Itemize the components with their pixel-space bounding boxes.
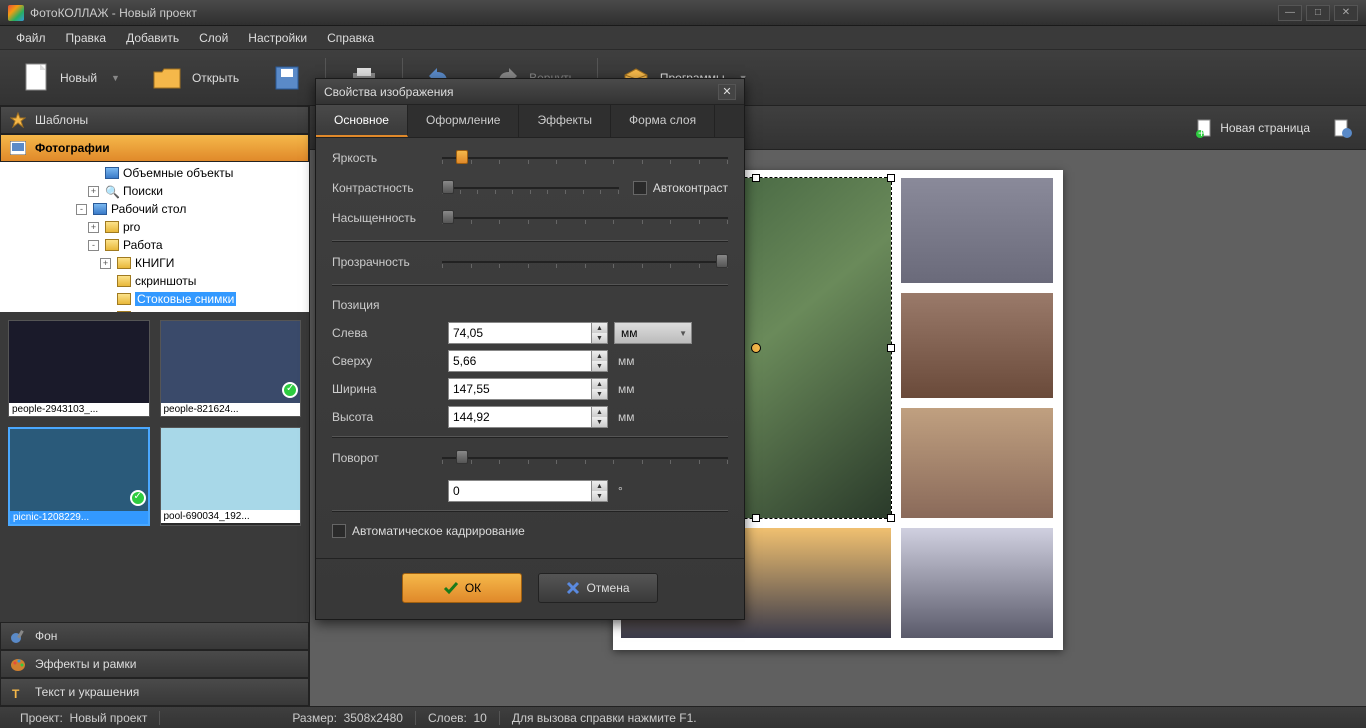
collage-image[interactable] <box>901 408 1053 518</box>
tab-effects[interactable]: Эффекты <box>519 105 611 137</box>
tree-item[interactable]: +🔍Поиски <box>0 182 309 200</box>
tab-layer-shape[interactable]: Форма слоя <box>611 105 715 137</box>
unit-select[interactable]: мм <box>614 322 692 344</box>
autocontrast-label: Автоконтраст <box>653 181 728 195</box>
width-input[interactable]: 147,55▲▼ <box>448 378 608 400</box>
accordion-background[interactable]: Фон <box>0 622 309 650</box>
status-layers: 10 <box>474 711 487 725</box>
collage-image[interactable] <box>901 293 1053 398</box>
menu-help[interactable]: Справка <box>317 28 384 48</box>
contrast-slider[interactable] <box>442 180 619 196</box>
close-button[interactable]: ✕ <box>1334 5 1358 21</box>
menu-edit[interactable]: Правка <box>56 28 117 48</box>
tree-item[interactable]: -Рабочий стол <box>0 200 309 218</box>
saturation-slider[interactable] <box>442 210 728 226</box>
brush-icon <box>9 627 27 645</box>
position-header: Позиция <box>332 298 728 312</box>
photo-icon <box>9 139 27 157</box>
open-folder-icon <box>152 62 184 94</box>
status-help: Для вызова справки нажмите F1. <box>512 711 697 725</box>
width-label: Ширина <box>332 382 442 396</box>
opacity-label: Прозрачность <box>332 255 442 269</box>
rotation-input[interactable]: 0▲▼ <box>448 480 608 502</box>
rotation-slider[interactable] <box>442 450 728 466</box>
cancel-icon <box>566 581 580 595</box>
rotation-label: Поворот <box>332 451 442 465</box>
tree-item[interactable]: -Работа <box>0 236 309 254</box>
status-bar: Проект: Новый проект Размер: 3508x2480 С… <box>0 706 1366 728</box>
minimize-button[interactable]: — <box>1278 5 1302 21</box>
tree-item[interactable]: скриншоты <box>0 272 309 290</box>
height-input[interactable]: 144,92▲▼ <box>448 406 608 428</box>
height-label: Высота <box>332 410 442 424</box>
star-icon <box>9 111 27 129</box>
collage-image[interactable] <box>901 528 1053 638</box>
menubar: Файл Правка Добавить Слой Настройки Спра… <box>0 26 1366 50</box>
tab-main[interactable]: Основное <box>316 105 408 137</box>
accordion-templates[interactable]: Шаблоны <box>0 106 309 134</box>
menu-file[interactable]: Файл <box>6 28 56 48</box>
status-size: 3508x2480 <box>344 711 403 725</box>
autocontrast-checkbox[interactable] <box>633 181 647 195</box>
open-button[interactable]: Открыть <box>138 58 253 98</box>
menu-layer[interactable]: Слой <box>189 28 238 48</box>
tree-item[interactable]: Объемные объекты <box>0 164 309 182</box>
dialog-tabs: Основное Оформление Эффекты Форма слоя <box>316 105 744 138</box>
opacity-slider[interactable] <box>442 254 728 270</box>
folder-tree[interactable]: Объемные объекты+🔍Поиски-Рабочий стол+pr… <box>0 162 309 312</box>
autocrop-label: Автоматическое кадрирование <box>352 524 525 538</box>
check-icon <box>443 581 459 595</box>
save-button[interactable] <box>257 58 317 98</box>
thumbnail[interactable]: pool-690034_192... <box>160 427 302 526</box>
app-logo-icon <box>8 5 24 21</box>
dropdown-arrow-icon: ▼ <box>111 73 120 83</box>
left-panel: Шаблоны Фотографии Объемные объекты+🔍Пои… <box>0 106 310 706</box>
text-icon: T <box>9 683 27 701</box>
thumbnail[interactable]: people-821624... <box>160 320 302 417</box>
brightness-label: Яркость <box>332 151 442 165</box>
window-title: ФотоКОЛЛАЖ - Новый проект <box>30 6 197 20</box>
autocrop-checkbox[interactable] <box>332 524 346 538</box>
left-input[interactable]: 74,05▲▼ <box>448 322 608 344</box>
status-project: Новый проект <box>70 711 148 725</box>
thumbnail[interactable]: picnic-1208229... <box>8 427 150 526</box>
dialog-title: Свойства изображения <box>324 85 454 99</box>
tool-page-settings[interactable] <box>1324 111 1360 145</box>
tree-item[interactable]: Стоковые снимки <box>0 290 309 308</box>
dialog-close-button[interactable]: ✕ <box>718 84 736 100</box>
ok-button[interactable]: ОК <box>402 573 522 603</box>
page-add-icon: + <box>1196 118 1214 138</box>
tree-item[interactable]: +pro <box>0 218 309 236</box>
new-file-icon <box>20 62 52 94</box>
palette-icon <box>9 655 27 673</box>
contrast-label: Контрастность <box>332 181 442 195</box>
cancel-button[interactable]: Отмена <box>538 573 658 603</box>
svg-text:+: + <box>1198 126 1205 138</box>
brightness-slider[interactable] <box>442 150 728 166</box>
left-label: Слева <box>332 326 442 340</box>
save-icon <box>271 62 303 94</box>
menu-settings[interactable]: Настройки <box>238 28 317 48</box>
svg-text:T: T <box>12 687 20 700</box>
saturation-label: Насыщенность <box>332 211 442 225</box>
menu-add[interactable]: Добавить <box>116 28 189 48</box>
accordion-text[interactable]: T Текст и украшения <box>0 678 309 706</box>
image-properties-dialog: Свойства изображения ✕ Основное Оформлен… <box>315 78 745 620</box>
titlebar: ФотоКОЛЛАЖ - Новый проект — □ ✕ <box>0 0 1366 26</box>
top-input[interactable]: 5,66▲▼ <box>448 350 608 372</box>
tab-decoration[interactable]: Оформление <box>408 105 519 137</box>
accordion-effects[interactable]: Эффекты и рамки <box>0 650 309 678</box>
accordion-photos[interactable]: Фотографии <box>0 134 309 162</box>
thumbnails: people-2943103_...people-821624...picnic… <box>0 312 309 622</box>
top-label: Сверху <box>332 354 442 368</box>
tree-item[interactable]: +КНИГИ <box>0 254 309 272</box>
thumbnail[interactable]: people-2943103_... <box>8 320 150 417</box>
dialog-titlebar[interactable]: Свойства изображения ✕ <box>316 79 744 105</box>
new-button[interactable]: Новый ▼ <box>6 58 134 98</box>
collage-image[interactable] <box>901 178 1053 283</box>
maximize-button[interactable]: □ <box>1306 5 1330 21</box>
new-page-button[interactable]: + Новая страница <box>1186 114 1320 142</box>
